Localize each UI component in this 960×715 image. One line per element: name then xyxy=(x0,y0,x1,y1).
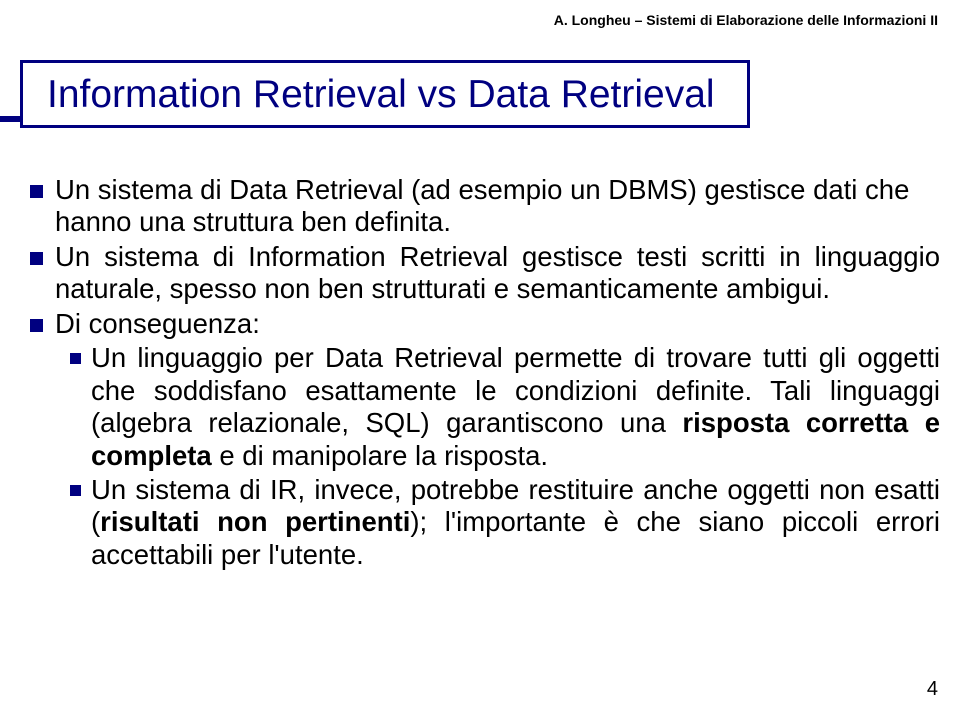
square-bullet-icon xyxy=(30,185,43,198)
square-bullet-icon xyxy=(70,485,81,496)
slide-title: Information Retrieval vs Data Retrieval xyxy=(47,73,715,117)
header-credit: A. Longheu – Sistemi di Elaborazione del… xyxy=(554,12,938,28)
title-region: Information Retrieval vs Data Retrieval xyxy=(20,60,750,128)
title-box: Information Retrieval vs Data Retrieval xyxy=(20,60,750,128)
square-bullet-icon xyxy=(30,319,43,332)
bullet-text: Un sistema di Information Retrieval gest… xyxy=(55,241,940,306)
text-bold: risultati non pertinenti xyxy=(100,506,410,537)
sub-bullet-item: Un linguaggio per Data Retrieval permett… xyxy=(70,342,940,472)
bullet-item: Un sistema di Data Retrieval (ad esempio… xyxy=(30,174,940,239)
bullet-text: Un sistema di Data Retrieval (ad esempio… xyxy=(55,174,940,239)
bullet-text: Di conseguenza: xyxy=(55,308,940,340)
body-content: Un sistema di Data Retrieval (ad esempio… xyxy=(30,174,940,573)
bullet-item: Di conseguenza: xyxy=(30,308,940,340)
square-bullet-icon xyxy=(30,252,43,265)
text-run: e di manipolare la risposta. xyxy=(212,440,548,471)
square-bullet-icon xyxy=(70,353,81,364)
sub-bullet-text: Un sistema di IR, invece, potrebbe resti… xyxy=(91,474,940,571)
sub-bullet-item: Un sistema di IR, invece, potrebbe resti… xyxy=(70,474,940,571)
bullet-item: Un sistema di Information Retrieval gest… xyxy=(30,241,940,306)
page-number: 4 xyxy=(927,678,938,701)
sub-bullet-text: Un linguaggio per Data Retrieval permett… xyxy=(91,342,940,472)
